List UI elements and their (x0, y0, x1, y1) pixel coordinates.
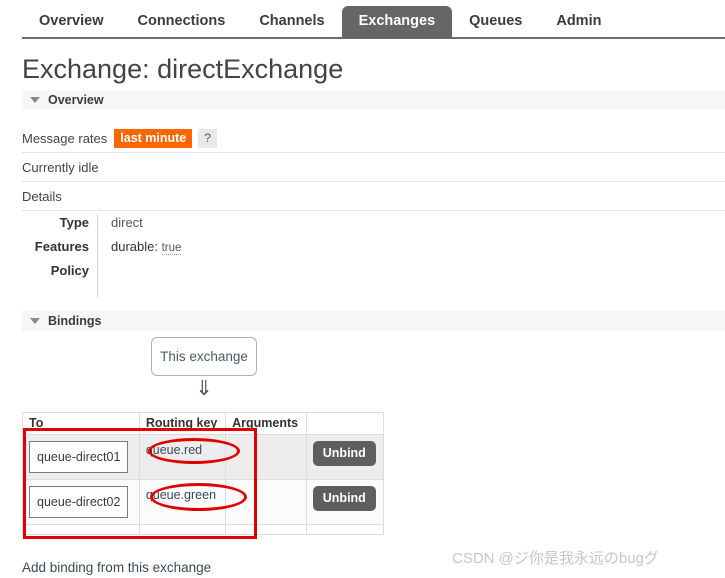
section-header-bindings-label: Bindings (48, 314, 102, 328)
footer-cell-routing-key (138, 524, 227, 535)
unbind-button[interactable]: Unbind (312, 441, 376, 466)
details-label-type: Type (59, 215, 89, 230)
section-header-overview-label: Overview (48, 93, 104, 107)
tab-overview[interactable]: Overview (22, 6, 121, 38)
this-exchange-box[interactable]: This exchange (151, 337, 257, 376)
table-header-row: To Routing key Arguments (22, 412, 385, 435)
details-value-features: durable: true (99, 238, 422, 257)
bindings-table-head: To Routing key Arguments (22, 412, 385, 435)
section-header-bindings[interactable]: Bindings (22, 311, 725, 331)
message-rates-label: Message rates (22, 131, 108, 146)
footer-cell-to (22, 524, 140, 535)
chevron-down-icon (30, 318, 40, 324)
chevron-down-icon (30, 97, 40, 103)
details-label-policy: Policy (50, 263, 89, 278)
message-rates-row: Message rates last minute ? (22, 129, 217, 148)
queue-link[interactable]: queue-direct01 (29, 441, 129, 473)
column-header-actions (305, 412, 385, 435)
down-arrow-icon: ⇓ (195, 377, 213, 400)
details-label-features: Features (34, 239, 89, 254)
add-binding-link[interactable]: Add binding from this exchange (22, 560, 211, 575)
table-footer-row (22, 524, 385, 535)
column-header-arguments: Arguments (225, 412, 307, 435)
cell-to: queue-direct02 (22, 479, 140, 525)
routing-key-value: queue.green (145, 488, 217, 502)
main-navigation: Overview Connections Channels Exchanges … (0, 0, 725, 40)
details-table: Type direct Features durable: true Polic… (22, 214, 422, 286)
tab-exchanges[interactable]: Exchanges (341, 6, 453, 38)
idle-divider (22, 181, 725, 182)
table-row: queue-direct01 queue.red Unbind (22, 434, 385, 480)
tab-list: Overview Connections Channels Exchanges … (22, 0, 618, 38)
feature-key: durable: (111, 239, 158, 254)
section-header-overview[interactable]: Overview (22, 90, 725, 110)
tab-admin[interactable]: Admin (539, 6, 618, 38)
bindings-table: To Routing key Arguments queue-direct01 … (22, 412, 385, 535)
details-row-policy: Policy (22, 262, 422, 286)
footer-cell-arguments (225, 524, 307, 535)
cell-action: Unbind (305, 434, 385, 480)
cell-action: Unbind (305, 479, 385, 525)
tab-channels[interactable]: Channels (242, 6, 341, 38)
details-divider (22, 210, 725, 211)
cell-arguments (225, 479, 307, 525)
column-header-to: To (22, 412, 140, 435)
feature-value: true (161, 242, 182, 255)
cell-routing-key: queue.red (138, 434, 227, 480)
details-row-features: Features durable: true (22, 238, 422, 262)
idle-status-text: Currently idle (22, 160, 99, 175)
details-label: Details (22, 189, 62, 204)
cell-routing-key: queue.green (138, 479, 227, 525)
tab-queues[interactable]: Queues (452, 6, 539, 38)
watermark-text: CSDN @ジ你是我永远のbugグ (452, 550, 659, 567)
routing-key-value: queue.red (145, 443, 203, 457)
table-row: queue-direct02 queue.green Unbind (22, 479, 385, 525)
tab-connections[interactable]: Connections (121, 6, 243, 38)
footer-cell-action (305, 524, 385, 535)
rates-divider (22, 152, 725, 153)
bindings-table-body: queue-direct01 queue.red Unbind queue-di… (22, 434, 385, 535)
help-button[interactable]: ? (198, 129, 217, 148)
cell-arguments (225, 434, 307, 480)
page-title: Exchange: directExchange (22, 54, 344, 84)
details-value-type: direct (111, 215, 143, 230)
rates-period-badge[interactable]: last minute (114, 129, 193, 148)
unbind-button[interactable]: Unbind (312, 486, 376, 511)
queue-link[interactable]: queue-direct02 (29, 486, 129, 518)
details-row-type: Type direct (22, 214, 422, 238)
cell-to: queue-direct01 (22, 434, 140, 480)
column-header-routing-key: Routing key (138, 412, 227, 435)
